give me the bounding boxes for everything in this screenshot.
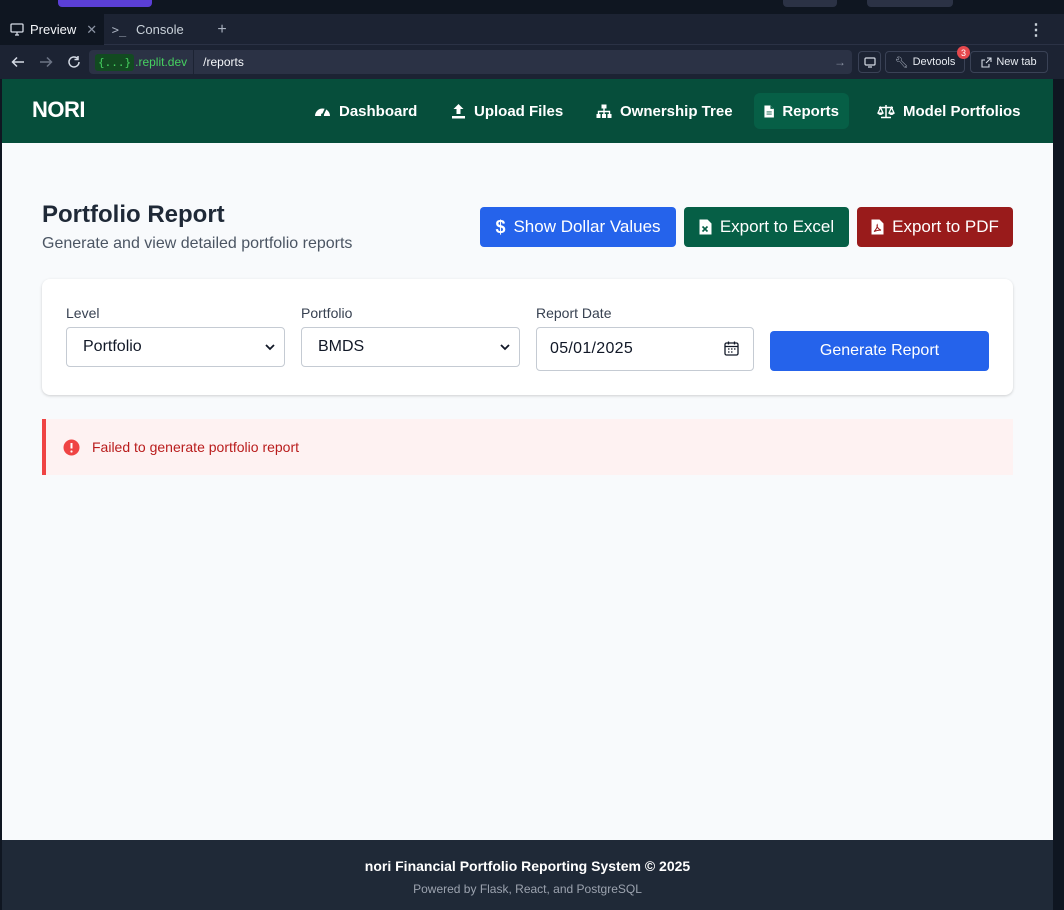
sitemap-icon <box>596 104 612 118</box>
nav-upload-files[interactable]: Upload Files <box>441 93 573 129</box>
portfolio-select-value: BMDS <box>318 338 365 355</box>
exclamation-circle-icon <box>63 439 80 455</box>
chevron-down-icon <box>265 344 275 351</box>
workspace-tab-indicator <box>58 0 152 7</box>
go-arrow-icon[interactable]: → <box>834 55 846 69</box>
monitor-icon <box>863 56 876 68</box>
report-date-value: 05/01/2025 <box>550 340 634 357</box>
level-label: Level <box>66 305 100 321</box>
reload-icon <box>68 56 80 68</box>
address-divider <box>193 50 195 74</box>
tab-console-label: Console <box>136 22 184 37</box>
footer-copyright: nori Financial Portfolio Reporting Syste… <box>364 858 691 874</box>
close-icon[interactable]: ✕ <box>86 22 97 38</box>
portfolio-select[interactable]: BMDS <box>301 327 520 367</box>
error-message: Failed to generate portfolio report <box>92 439 300 455</box>
export-excel-label: Export to Excel <box>719 217 835 236</box>
reload-button[interactable] <box>62 45 86 79</box>
export-pdf-label: Export to PDF <box>892 217 999 236</box>
nav-model-portfolios[interactable]: Model Portfolios <box>867 93 1031 129</box>
workspace-button[interactable] <box>783 0 837 7</box>
nav-reports[interactable]: Reports <box>754 93 849 129</box>
page-title: Portfolio Report <box>42 201 225 228</box>
host-badge: {...} <box>95 53 135 71</box>
portfolio-label: Portfolio <box>301 305 353 321</box>
window-top-strip <box>0 0 1064 14</box>
generate-report-button[interactable]: Generate Report <box>770 331 989 371</box>
level-select-value: Portfolio <box>83 338 142 355</box>
wrench-icon: 🔧︎ <box>894 56 909 69</box>
dollar-icon: $ <box>495 216 506 237</box>
chevron-down-icon <box>500 344 510 351</box>
nav-ownership-tree-label: Ownership Tree <box>620 102 733 120</box>
report-filters-card: Level Portfolio Portfolio BMDS Report Da… <box>42 279 1013 395</box>
tab-preview-label: Preview <box>30 22 77 37</box>
devtools-button[interactable]: 🔧︎ Devtools 3 <box>885 46 970 73</box>
window-edge <box>1053 79 1064 910</box>
terminal-prompt-icon: >_ <box>111 22 127 37</box>
browser-tab-bar: Preview ✕ >_ Console + ⋮ <box>0 14 1064 45</box>
arrow-left-icon <box>11 56 24 68</box>
devtools-label: Devtools <box>912 56 956 68</box>
scale-icon <box>877 104 895 118</box>
address-path: /reports <box>203 55 244 69</box>
error-alert: Failed to generate portfolio report <box>42 419 1013 475</box>
tab-preview[interactable]: Preview ✕ <box>0 14 104 45</box>
nav-ownership-tree[interactable]: Ownership Tree <box>586 93 743 129</box>
forward-button[interactable] <box>34 45 58 79</box>
new-tab-button[interactable]: + <box>213 14 231 45</box>
export-pdf-button[interactable]: Export to PDF <box>857 207 1013 247</box>
show-dollar-values-label: Show Dollar Values <box>513 217 661 236</box>
gauge-icon <box>315 108 330 117</box>
nav-dashboard[interactable]: Dashboard <box>304 93 427 129</box>
export-excel-button[interactable]: Export to Excel <box>684 207 849 247</box>
show-dollar-values-button[interactable]: $ Show Dollar Values <box>480 207 676 247</box>
brand-logo[interactable]: NORI <box>32 97 86 123</box>
monitor-icon <box>8 23 26 36</box>
new-tab-label: New tab <box>996 56 1037 68</box>
nav-model-portfolios-label: Model Portfolios <box>903 102 1021 120</box>
address-host: .replit.dev <box>135 55 188 69</box>
address-input[interactable]: {...} .replit.dev /reports → <box>89 50 852 74</box>
more-menu-icon[interactable]: ⋮ <box>1028 14 1044 45</box>
nav-dashboard-label: Dashboard <box>339 102 418 120</box>
upload-icon <box>452 104 465 119</box>
arrow-right-icon <box>40 56 53 68</box>
app-navbar: NORI Dashboard Upload Files Ownership Tr… <box>2 79 1053 143</box>
nav-upload-files-label: Upload Files <box>474 102 564 120</box>
open-new-tab-button[interactable]: New tab <box>970 51 1048 73</box>
tab-console[interactable]: >_ Console <box>104 14 204 45</box>
page-subtitle: Generate and view detailed portfolio rep… <box>42 235 353 252</box>
workspace-button[interactable] <box>867 0 953 7</box>
external-link-icon <box>981 56 992 68</box>
screen-toggle-button[interactable] <box>858 51 881 73</box>
nav-reports-label: Reports <box>782 102 839 120</box>
report-date-label: Report Date <box>536 305 612 321</box>
file-icon <box>764 104 774 118</box>
footer-powered-by: Powered by Flask, React, and PostgreSQL <box>413 882 642 896</box>
devtools-error-badge: 3 <box>957 46 970 59</box>
file-pdf-icon <box>871 219 884 235</box>
app-viewport: NORI Dashboard Upload Files Ownership Tr… <box>2 79 1053 910</box>
back-button[interactable] <box>6 45 30 79</box>
browser-url-bar: {...} .replit.dev /reports → 🔧︎ Devtools… <box>0 45 1064 79</box>
file-excel-icon <box>699 219 712 235</box>
level-select[interactable]: Portfolio <box>66 327 285 367</box>
calendar-icon[interactable] <box>724 341 739 356</box>
report-date-input[interactable]: 05/01/2025 <box>536 327 754 371</box>
app-footer: nori Financial Portfolio Reporting Syste… <box>2 840 1053 910</box>
